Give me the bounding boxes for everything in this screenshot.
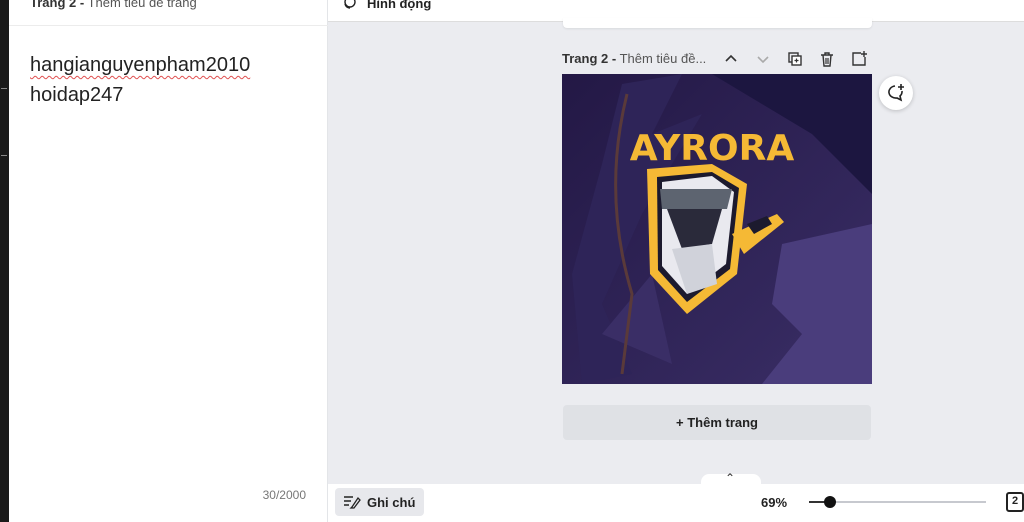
logo-text: AYRORA [630,128,795,169]
duplicate-icon[interactable] [786,50,804,68]
add-page-icon[interactable] [850,50,868,68]
notes-line: hangianguyenpham2010 [30,54,251,76]
notes-textarea[interactable]: hangianguyenpham2010 hoidap247 [30,50,250,110]
notes-icon [344,496,361,509]
notes-button[interactable]: Ghi chú [335,488,424,516]
collapse-panel-button[interactable]: ⌃ [701,471,761,486]
page-header: Trang 2 - Thêm tiêu đề... [562,48,882,70]
notes-header: Trang 2 - Thêm tiêu đề trang [9,0,328,26]
trash-icon[interactable] [818,50,836,68]
animate-icon[interactable] [342,0,356,10]
zoom-level[interactable]: 69% [761,495,787,510]
design-page[interactable]: AYRORA [562,74,872,384]
bottom-bar: ⌃ Ghi chú 69% 2 [328,471,1024,522]
chevron-down-icon[interactable] [754,50,772,68]
notes-page-subtitle[interactable]: Thêm tiêu đề trang [88,0,197,10]
canvas-area: Hình động Trang 2 - Thêm tiêu đề... AYRO… [328,0,1024,484]
page-title[interactable]: Trang 2 - Thêm tiêu đề... [562,51,706,66]
char-count: 30/2000 [262,488,306,502]
notes-line: hoidap247 [30,84,124,106]
add-comment-button[interactable] [879,76,913,110]
zoom-slider-thumb[interactable] [824,496,837,508]
chevron-up-icon[interactable] [722,50,740,68]
previous-page-edge[interactable] [563,18,872,28]
notes-panel: Trang 2 - Thêm tiêu đề trang hangianguye… [9,0,328,522]
notes-page-title: Trang 2 - Thêm tiêu đề trang [30,0,197,10]
notes-page-number: Trang 2 - [30,0,85,10]
animate-button[interactable]: Hình động [367,0,431,11]
edge-mark [1,88,7,89]
page-grid-button[interactable]: 2 [1006,492,1024,512]
page-title-placeholder[interactable]: Thêm tiêu đề... [620,51,707,66]
chevron-up-icon: ⌃ [725,471,736,485]
edge-mark [1,155,7,156]
mascot-logo-artwork: AYRORA [562,74,872,384]
zoom-slider[interactable] [809,496,986,508]
add-page-button[interactable]: + Thêm trang [563,405,871,440]
comment-add-icon [888,84,904,102]
notes-button-label: Ghi chú [367,495,416,510]
page-count: 2 [1012,495,1019,507]
left-edge-strip [0,0,9,522]
page-number: Trang 2 - [562,51,617,66]
